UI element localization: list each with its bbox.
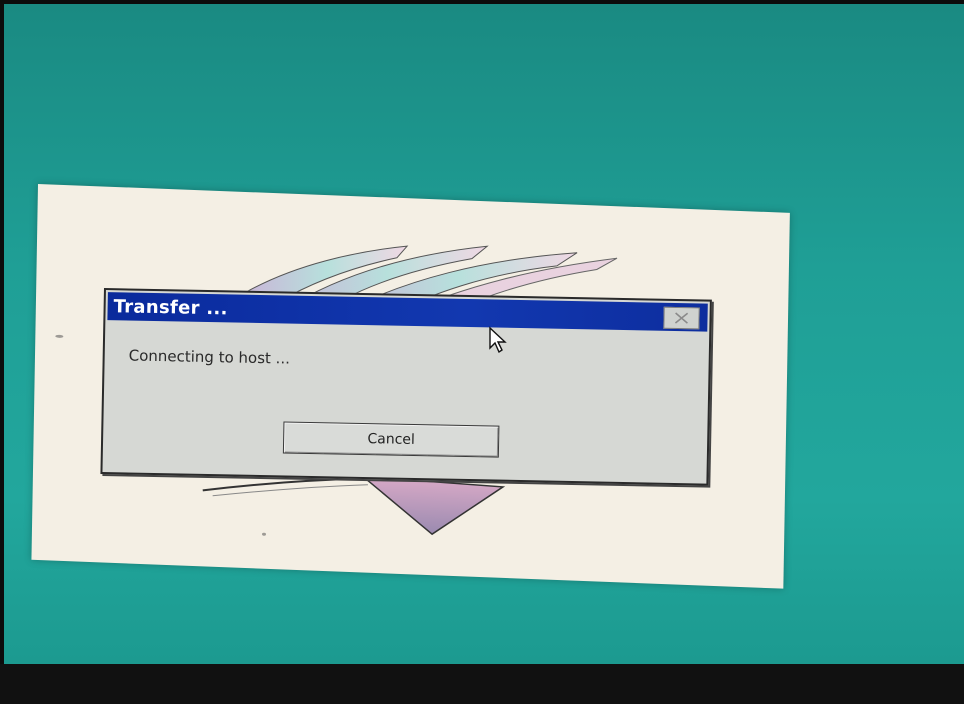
dialog-title: Transfer ... xyxy=(113,296,228,320)
dust-speck xyxy=(261,532,267,536)
desktop: Transfer ... Connecting to host ... Canc… xyxy=(4,4,964,664)
cancel-button[interactable]: Cancel xyxy=(282,421,500,458)
mouse-cursor-icon xyxy=(489,326,507,354)
transfer-dialog: Transfer ... Connecting to host ... Canc… xyxy=(100,288,712,486)
dust-speck xyxy=(55,334,64,338)
close-icon xyxy=(674,312,689,324)
monitor-bezel xyxy=(0,664,964,704)
close-button[interactable] xyxy=(663,306,700,330)
dialog-titlebar[interactable]: Transfer ... xyxy=(107,292,708,332)
status-message: Connecting to host ... xyxy=(128,346,291,368)
